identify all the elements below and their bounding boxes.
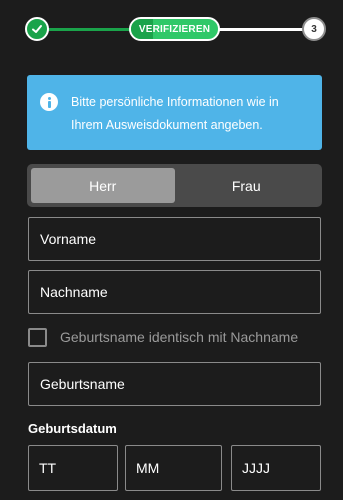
last-name-field[interactable]: Nachname — [28, 270, 321, 314]
salutation-option-herr[interactable]: Herr — [31, 168, 175, 203]
same-birthname-label: Geburtsname identisch mit Nachname — [60, 329, 299, 345]
info-notice: Bitte persönliche Informationen wie in I… — [27, 75, 322, 150]
step-2-active: VERIFIZIEREN — [129, 17, 220, 41]
salutation-option-frau[interactable]: Frau — [175, 168, 319, 203]
step-2-label: VERIFIZIEREN — [138, 23, 211, 35]
step-1-complete — [25, 17, 49, 41]
stepper-line-todo — [214, 28, 304, 31]
step-3-pending: 3 — [302, 17, 326, 41]
first-name-field[interactable]: Vorname — [28, 217, 321, 261]
check-icon — [32, 25, 42, 33]
salutation-toggle: Herr Frau — [27, 164, 322, 207]
progress-stepper: VERIFIZIEREN 3 — [0, 0, 343, 60]
birth-day-field[interactable]: TT — [28, 445, 118, 491]
birthdate-label: Geburtsdatum — [28, 421, 117, 436]
stepper-line-done — [40, 28, 132, 31]
birth-year-field[interactable]: JJJJ — [231, 445, 321, 491]
info-text: Bitte persönliche Informationen wie in I… — [71, 95, 279, 132]
same-birthname-checkbox[interactable] — [28, 327, 47, 347]
birth-name-field[interactable]: Geburtsname — [28, 362, 321, 406]
same-birthname-row[interactable]: Geburtsname identisch mit Nachname — [28, 326, 298, 348]
birth-month-field[interactable]: MM — [125, 445, 222, 491]
info-icon — [40, 93, 58, 111]
step-3-number: 3 — [311, 23, 317, 35]
